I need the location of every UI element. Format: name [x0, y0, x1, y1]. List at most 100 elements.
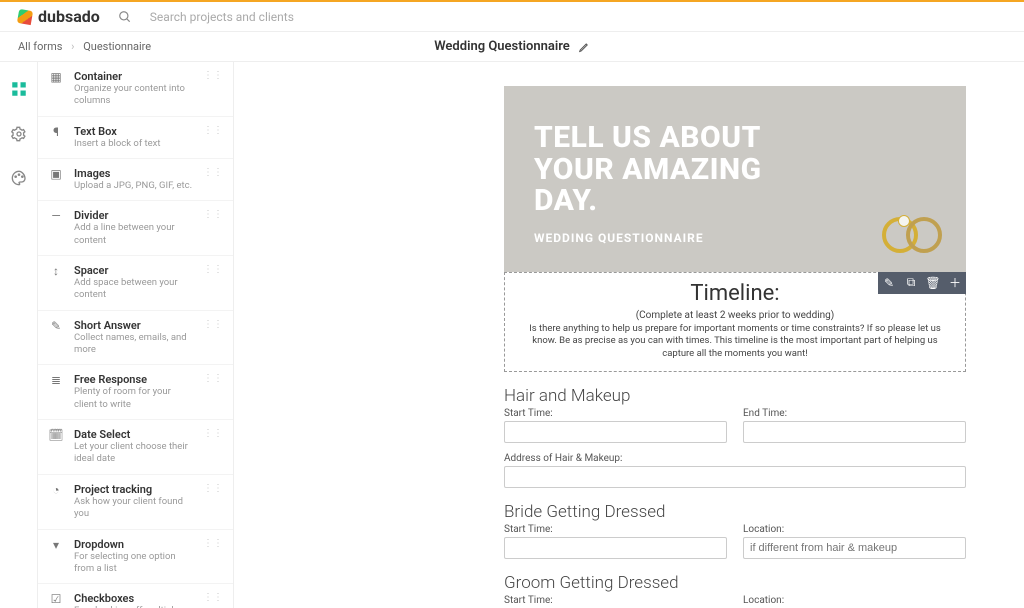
bride-loc-label: Location:: [743, 524, 966, 535]
block-icon: ◔: [48, 483, 64, 497]
blocks-tab-icon[interactable]: [10, 80, 28, 102]
block-toolbar: ✎ ⧉ 🗑 ＋: [878, 272, 966, 294]
drag-handle-icon[interactable]: ⋮⋮: [203, 483, 223, 494]
hair-end-input[interactable]: [743, 421, 966, 443]
block-desc: Add a line between your content: [74, 222, 193, 247]
pencil-icon[interactable]: [578, 41, 590, 53]
edit-icon[interactable]: ✎: [878, 272, 900, 294]
page-title: Wedding Questionnaire: [434, 39, 590, 54]
workspace: ▦ ContainerOrganize your content into col…: [0, 62, 1024, 608]
block-desc: Collect names, emails, and more: [74, 332, 193, 357]
hair-start-label: Start Time:: [504, 408, 727, 419]
bride-section: Bride Getting Dressed Start Time: Locati…: [504, 502, 966, 559]
drag-handle-icon[interactable]: ⋮⋮: [203, 125, 223, 136]
groom-start-label: Start Time:: [504, 595, 727, 606]
block-item[interactable]: ¶Text BoxInsert a block of text⋮⋮: [38, 117, 233, 159]
breadcrumb-bar: All forms › Questionnaire Wedding Questi…: [0, 32, 1024, 62]
rings-image: [882, 217, 948, 257]
block-icon: ▾: [48, 538, 64, 552]
drag-handle-icon[interactable]: ⋮⋮: [203, 592, 223, 603]
block-item[interactable]: ↕SpacerAdd space between your content⋮⋮: [38, 256, 233, 311]
block-desc: Plenty of room for your client to write: [74, 386, 193, 411]
bride-start-input[interactable]: [504, 537, 727, 559]
block-icon: ✎: [48, 319, 64, 333]
block-item[interactable]: — DividerAdd a line between your content ⋮…: [38, 201, 233, 256]
drag-handle-icon[interactable]: ⋮⋮: [203, 264, 223, 275]
block-title: Short Answer: [74, 319, 193, 332]
drag-handle-icon[interactable]: ⋮⋮: [203, 538, 223, 549]
block-item[interactable]: ☑CheckboxesFor checking off multiple opt…: [38, 584, 233, 608]
drag-handle-icon[interactable]: ⋮⋮: [203, 373, 223, 384]
hair-section: Hair and Makeup Start Time: End Time: Ad…: [504, 386, 966, 488]
block-title: Container: [74, 70, 193, 83]
breadcrumb-current: Questionnaire: [83, 40, 151, 53]
block-icon: ≣: [48, 373, 64, 387]
breadcrumb-root[interactable]: All forms: [18, 40, 62, 53]
search-icon: [118, 10, 132, 24]
theme-tab-icon[interactable]: [11, 170, 27, 190]
block-item[interactable]: ▣ ImagesUpload a JPG, PNG, GIF, etc. ⋮⋮: [38, 159, 233, 201]
block-icon: ↕: [48, 264, 64, 278]
hero-title: TELL US ABOUT YOUR AMAZING DAY.: [534, 122, 936, 217]
logo-icon: [18, 10, 32, 24]
block-item[interactable]: ▦ ContainerOrganize your content into col…: [38, 62, 233, 117]
drag-handle-icon[interactable]: ⋮⋮: [203, 428, 223, 439]
hero-subtitle: WEDDING QUESTIONNAIRE: [534, 231, 936, 245]
add-icon[interactable]: ＋: [944, 272, 966, 294]
block-item[interactable]: ≣ Free ResponsePlenty of room for your cl…: [38, 365, 233, 420]
block-title: Checkboxes: [74, 592, 193, 605]
groom-heading: Groom Getting Dressed: [504, 573, 966, 593]
bride-loc-input[interactable]: [743, 537, 966, 559]
block-icon: ☑: [48, 592, 64, 606]
drag-handle-icon[interactable]: ⋮⋮: [203, 70, 223, 81]
block-item[interactable]: ▾ DropdownFor selecting one option from a…: [38, 530, 233, 585]
drag-handle-icon[interactable]: ⋮⋮: [203, 167, 223, 178]
brand-name: dubsado: [38, 7, 100, 26]
block-title: Project tracking: [74, 483, 193, 496]
hair-start-input[interactable]: [504, 421, 727, 443]
block-item[interactable]: ◔ Project trackingAsk how your client fou…: [38, 475, 233, 530]
block-icon: ▦: [48, 70, 64, 84]
groom-section: Groom Getting Dressed Start Time: Locati…: [504, 573, 966, 608]
duplicate-icon[interactable]: ⧉: [900, 272, 922, 294]
block-title: Dropdown: [74, 538, 193, 551]
block-desc: Ask how your client found you: [74, 496, 193, 521]
block-title: Spacer: [74, 264, 193, 277]
hair-heading: Hair and Makeup: [504, 386, 966, 406]
timeline-body: Is there anything to help us prepare for…: [517, 323, 953, 361]
hero-banner[interactable]: TELL US ABOUT YOUR AMAZING DAY. WEDDING …: [504, 86, 966, 273]
top-bar: dubsado Search projects and clients: [0, 0, 1024, 32]
block-title: Date Select: [74, 428, 193, 441]
timeline-block[interactable]: ✎ ⧉ 🗑 ＋ Timeline: (Complete at least 2 w…: [504, 272, 966, 372]
block-desc: Upload a JPG, PNG, GIF, etc.: [74, 180, 193, 192]
block-title: Images: [74, 167, 193, 180]
form-canvas: TELL US ABOUT YOUR AMAZING DAY. WEDDING …: [234, 62, 1024, 608]
block-desc: Insert a block of text: [74, 138, 193, 150]
hair-addr-label: Address of Hair & Makeup:: [504, 453, 966, 464]
global-search[interactable]: Search projects and clients: [118, 10, 438, 24]
tool-rail: [0, 62, 38, 608]
block-title: Free Response: [74, 373, 193, 386]
bride-start-label: Start Time:: [504, 524, 727, 535]
hair-addr-input[interactable]: [504, 466, 966, 488]
delete-icon[interactable]: 🗑: [922, 272, 944, 294]
blocks-palette: ▦ ContainerOrganize your content into col…: [38, 62, 234, 608]
block-icon: ¶: [48, 125, 64, 139]
groom-loc-label: Location:: [743, 595, 966, 606]
block-title: Divider: [74, 209, 193, 222]
drag-handle-icon[interactable]: ⋮⋮: [203, 319, 223, 330]
block-desc: Organize your content into columns: [74, 83, 193, 108]
block-item[interactable]: 🗓 Date SelectLet your client choose their…: [38, 420, 233, 475]
block-desc: Let your client choose their ideal date: [74, 441, 193, 466]
block-icon: —: [48, 209, 64, 223]
drag-handle-icon[interactable]: ⋮⋮: [203, 209, 223, 220]
block-icon: 🗓: [48, 428, 64, 442]
search-placeholder: Search projects and clients: [150, 10, 294, 24]
hair-end-label: End Time:: [743, 408, 966, 419]
brand-logo[interactable]: dubsado: [0, 7, 118, 26]
settings-tab-icon[interactable]: [11, 126, 27, 146]
bride-heading: Bride Getting Dressed: [504, 502, 966, 522]
block-item[interactable]: ✎ Short AnswerCollect names, emails, and …: [38, 311, 233, 366]
block-desc: For selecting one option from a list: [74, 551, 193, 576]
block-icon: ▣: [48, 167, 64, 181]
